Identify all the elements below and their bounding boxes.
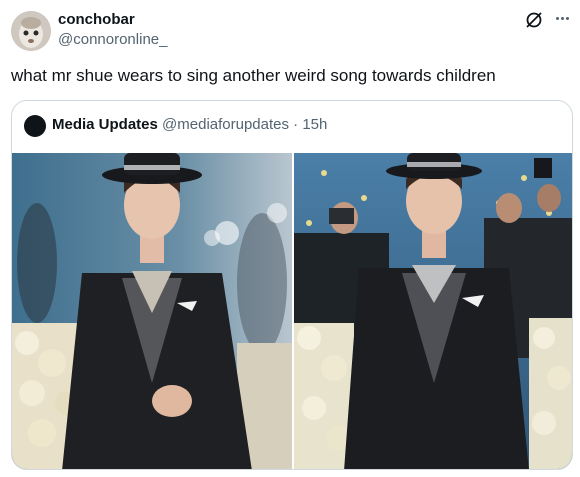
more-icon[interactable] (552, 8, 572, 28)
quoted-header: Media Updates @mediaforupdates · 15h (52, 115, 327, 135)
quoted-post[interactable]: Media Updates @mediaforupdates · 15h (11, 100, 573, 470)
quoted-handle[interactable]: @mediaforupdates (162, 116, 289, 133)
avatar[interactable] (11, 11, 51, 51)
user-handle[interactable]: @connoronline_ (58, 31, 167, 49)
display-name[interactable]: conchobar (58, 11, 135, 29)
quoted-display-name[interactable]: Media Updates (52, 116, 158, 133)
post-text: what mr shue wears to sing another weird… (11, 66, 496, 85)
quoted-avatar[interactable] (24, 115, 46, 137)
separator-dot: · (289, 116, 303, 133)
photo-right[interactable] (294, 153, 572, 469)
quoted-timestamp[interactable]: 15h (302, 116, 327, 133)
photo-left[interactable] (12, 153, 292, 469)
grok-icon[interactable] (524, 10, 544, 30)
